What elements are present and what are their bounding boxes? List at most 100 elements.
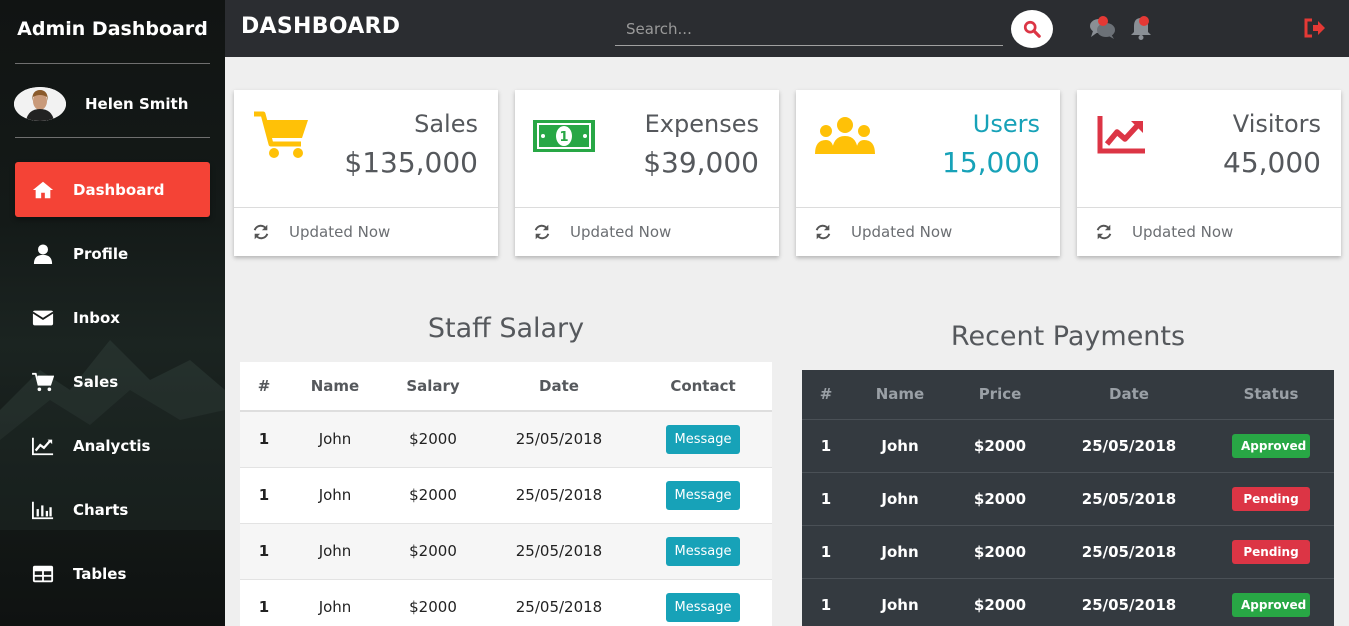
row-index: 1 [802, 578, 850, 626]
column-header: # [802, 370, 850, 420]
table-row: 1 John $2000 25/05/2018 Approved [802, 578, 1334, 626]
sidebar-item-dashboard[interactable]: Dashboard [15, 162, 210, 217]
row-name: John [850, 472, 950, 526]
row-date: 25/05/2018 [1050, 525, 1208, 579]
row-price: $2000 [950, 472, 1050, 526]
column-header: Price [950, 370, 1050, 420]
table-icon [29, 563, 57, 585]
sidebar-item-sales[interactable]: Sales [15, 354, 210, 409]
card-footer-text: Updated Now [1132, 223, 1234, 241]
status-badge: Approved [1232, 433, 1310, 458]
avatar [14, 87, 66, 121]
row-index: 1 [240, 579, 288, 626]
sidebar-item-profile[interactable]: Profile [15, 226, 210, 281]
sidebar-item-label: Profile [73, 244, 129, 263]
table-row: 1 John $2000 25/05/2018 Message [240, 523, 772, 580]
column-header: Date [1050, 370, 1208, 420]
user-profile[interactable]: Helen Smith [14, 86, 188, 122]
card-value: 15,000 [942, 146, 1040, 179]
sidebar-item-label: Charts [73, 500, 129, 519]
line-chart-icon [29, 435, 57, 457]
row-price: $2000 [950, 578, 1050, 626]
row-name: John [288, 579, 382, 626]
table-header-row: # Name Price Date Status [802, 370, 1334, 420]
user-icon [29, 243, 57, 265]
sidebar-item-analytics[interactable]: Analyctis [15, 418, 210, 473]
cart-icon [252, 108, 310, 164]
status-badge: Pending [1232, 539, 1310, 564]
bell-icon[interactable] [1128, 15, 1156, 41]
card-label: Visitors [1232, 110, 1321, 138]
row-date: 25/05/2018 [1050, 472, 1208, 526]
row-salary: $2000 [382, 523, 484, 580]
sidebar-item-tables[interactable]: Tables [15, 546, 210, 601]
money-icon: 1 [533, 120, 595, 156]
search-button[interactable] [1011, 10, 1053, 48]
recent-payments-title: Recent Payments [950, 321, 1186, 352]
card-footer: Updated Now [234, 207, 498, 256]
table-row: 1 John $2000 25/05/2018 Message [240, 467, 772, 524]
chat-icon[interactable] [1089, 15, 1117, 41]
logout-icon[interactable] [1303, 17, 1331, 43]
table-row: 1 John $2000 25/05/2018 Message [240, 579, 772, 626]
row-index: 1 [802, 525, 850, 579]
visitors-card: Visitors 45,000 Updated Now [1077, 90, 1341, 256]
row-date: 25/05/2018 [484, 411, 634, 468]
svg-text:1: 1 [559, 130, 568, 145]
row-name: John [288, 411, 382, 468]
table-row: 1 John $2000 25/05/2018 Pending [802, 472, 1334, 526]
search-icon [1023, 20, 1041, 38]
sidebar: Admin Dashboard Helen Smith Dashboard Pr… [0, 0, 225, 626]
sidebar-item-label: Sales [73, 372, 119, 391]
row-contact: Message [634, 523, 772, 580]
row-contact: Message [634, 467, 772, 524]
sidebar-item-label: Tables [73, 564, 127, 583]
top-header: DASHBOARD [225, 0, 1349, 57]
refresh-icon [1096, 224, 1112, 240]
sidebar-item-label: Inbox [73, 308, 120, 327]
row-name: John [288, 523, 382, 580]
message-button[interactable]: Message [665, 592, 741, 622]
card-label: Sales [414, 110, 478, 138]
row-index: 1 [240, 411, 288, 468]
status-badge: Pending [1232, 486, 1310, 511]
search-input[interactable] [615, 12, 1003, 46]
brand-title: Admin Dashboard [17, 18, 208, 40]
sales-card: Sales $135,000 Updated Now [234, 90, 498, 256]
row-name: John [288, 467, 382, 524]
card-label: Users [972, 110, 1040, 138]
row-price: $2000 [950, 525, 1050, 579]
sidebar-divider [15, 63, 210, 64]
row-price: $2000 [950, 419, 1050, 473]
staff-salary-title: Staff Salary [427, 313, 585, 344]
message-button[interactable]: Message [665, 480, 741, 510]
card-footer: Updated Now [1077, 207, 1341, 256]
card-footer-text: Updated Now [289, 223, 391, 241]
card-label: Expenses [644, 110, 759, 138]
row-status: Approved [1208, 578, 1334, 626]
row-status: Pending [1208, 472, 1334, 526]
row-name: John [850, 578, 950, 626]
refresh-icon [534, 224, 550, 240]
row-salary: $2000 [382, 467, 484, 524]
sidebar-item-label: Dashboard [73, 180, 165, 199]
message-button[interactable]: Message [665, 424, 741, 454]
sidebar-divider [15, 137, 210, 138]
row-date: 25/05/2018 [484, 579, 634, 626]
staff-salary-table: # Name Salary Date Contact 1 John $2000 … [240, 362, 772, 626]
message-button[interactable]: Message [665, 536, 741, 566]
notification-dot [1098, 16, 1108, 26]
cart-icon [29, 371, 57, 393]
trend-up-icon [1097, 114, 1147, 158]
sidebar-item-charts[interactable]: Charts [15, 482, 210, 537]
column-header: Status [1208, 370, 1334, 420]
sidebar-item-inbox[interactable]: Inbox [15, 290, 210, 345]
page-title: DASHBOARD [241, 14, 401, 39]
column-header: Salary [382, 362, 484, 412]
envelope-icon [29, 307, 57, 329]
table-row: 1 John $2000 25/05/2018 Pending [802, 525, 1334, 579]
card-footer: Updated Now [515, 207, 779, 256]
card-value: $135,000 [344, 146, 478, 179]
row-status: Approved [1208, 419, 1334, 473]
sidebar-item-label: Analyctis [73, 436, 151, 455]
